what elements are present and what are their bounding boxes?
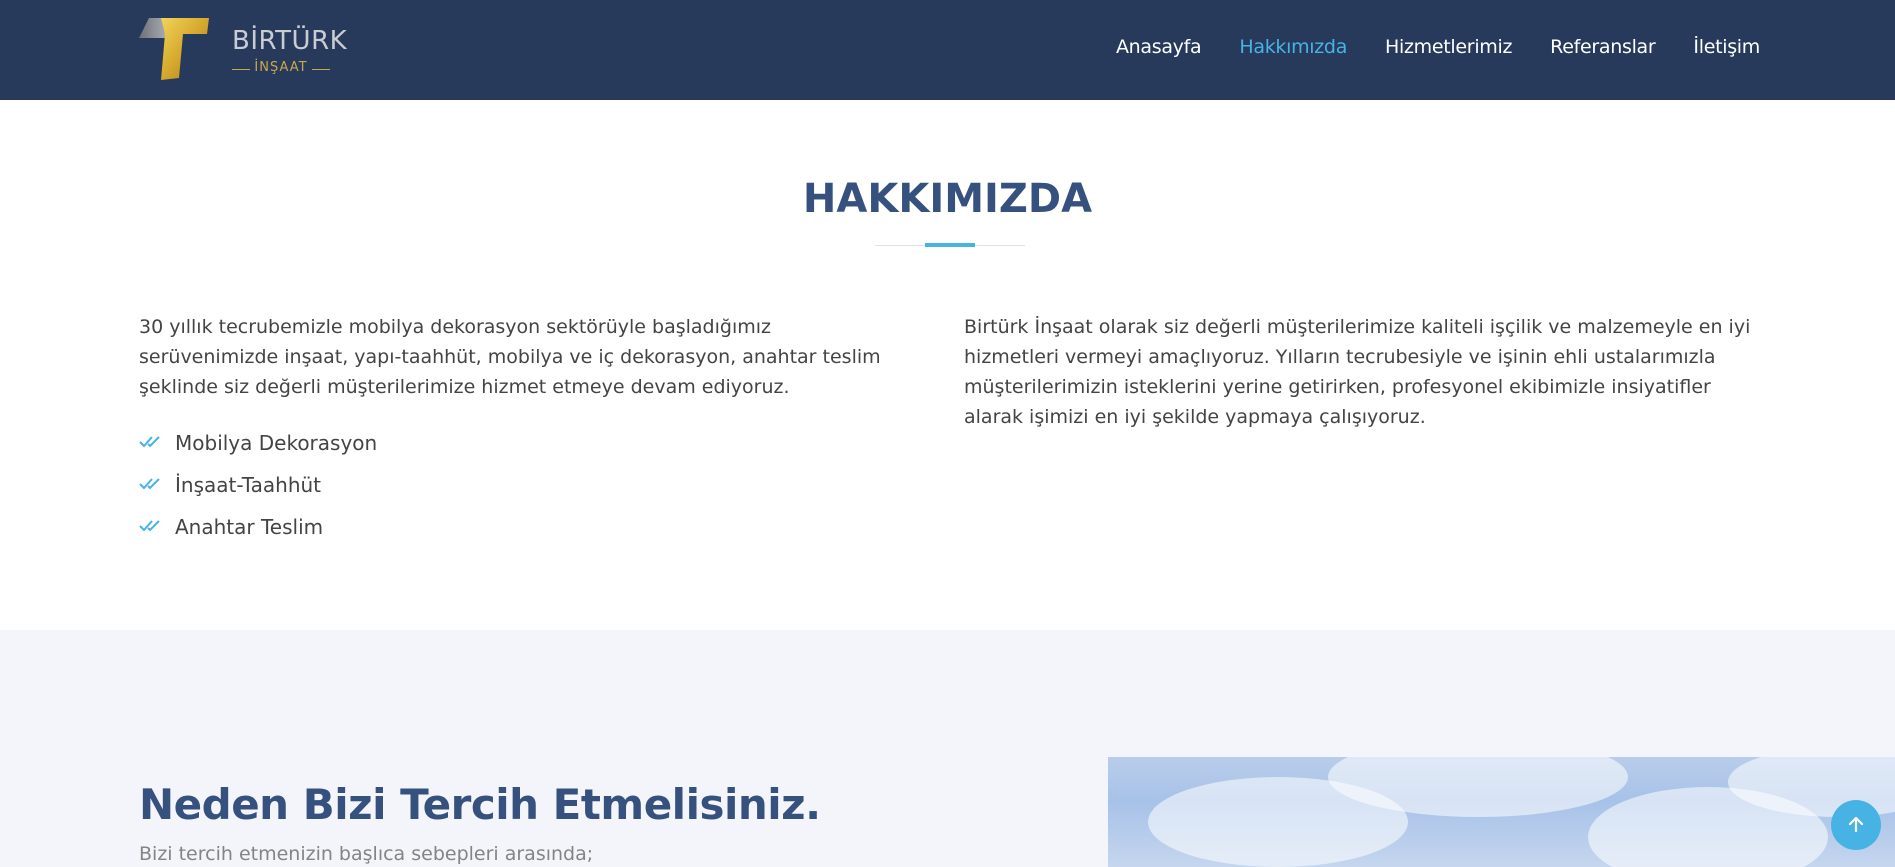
site-logo[interactable]: BİRTÜRK İNŞAAT	[139, 16, 347, 82]
about-right-text: Birtürk İnşaat olarak siz değerli müşter…	[964, 316, 1751, 428]
why-us-image	[1108, 757, 1895, 867]
list-item: Anahtar Teslim	[139, 506, 909, 548]
title-divider	[875, 243, 1025, 247]
services-list: Mobilya Dekorasyon İnşaat-Taahhüt Anahta…	[139, 422, 909, 548]
about-left-text: 30 yıllık tecrubemizle mobilya dekorasyo…	[139, 316, 881, 398]
double-check-icon	[139, 436, 160, 448]
why-us-section: Neden Bizi Tercih Etmelisiniz. Bizi terc…	[0, 630, 1895, 867]
list-item: Mobilya Dekorasyon	[139, 422, 909, 464]
nav-item-hakkimizda[interactable]: Hakkımızda	[1239, 36, 1347, 58]
logo-brand-text: BİRTÜRK	[232, 26, 348, 56]
service-label: Mobilya Dekorasyon	[175, 431, 378, 455]
about-section: HAKKIMIZDA 30 yıllık tecrubemizle mobily…	[0, 100, 1895, 630]
service-label: Anahtar Teslim	[175, 515, 324, 539]
why-us-title: Neden Bizi Tercih Etmelisiniz.	[139, 780, 821, 829]
list-item: İnşaat-Taahhüt	[139, 464, 909, 506]
arrow-up-icon	[1848, 816, 1864, 833]
main-nav: Anasayfa Hakkımızda Hizmetlerimiz Refera…	[1116, 36, 1760, 58]
double-check-icon	[139, 478, 160, 490]
back-to-top-button[interactable]	[1831, 800, 1881, 850]
about-left-column: 30 yıllık tecrubemizle mobilya dekorasyo…	[139, 312, 909, 548]
nav-item-referanslar[interactable]: Referanslar	[1550, 36, 1656, 58]
logo-mark-icon	[139, 18, 209, 80]
about-right-column: Birtürk İnşaat olarak siz değerli müşter…	[964, 312, 1764, 432]
double-check-icon	[139, 520, 160, 532]
why-us-subtitle: Bizi tercih etmenizin başlıca sebepleri …	[139, 843, 594, 865]
nav-item-anasayfa[interactable]: Anasayfa	[1116, 36, 1202, 58]
nav-item-iletisim[interactable]: İletişim	[1693, 36, 1760, 58]
site-header: BİRTÜRK İNŞAAT Anasayfa Hakkımızda Hizme…	[0, 0, 1895, 100]
title-divider-accent	[925, 243, 975, 247]
about-title: HAKKIMIZDA	[802, 176, 1093, 222]
nav-item-hizmetlerimiz[interactable]: Hizmetlerimiz	[1385, 36, 1512, 58]
service-label: İnşaat-Taahhüt	[175, 473, 322, 497]
logo-brand-subtext: İNŞAAT	[232, 60, 330, 75]
